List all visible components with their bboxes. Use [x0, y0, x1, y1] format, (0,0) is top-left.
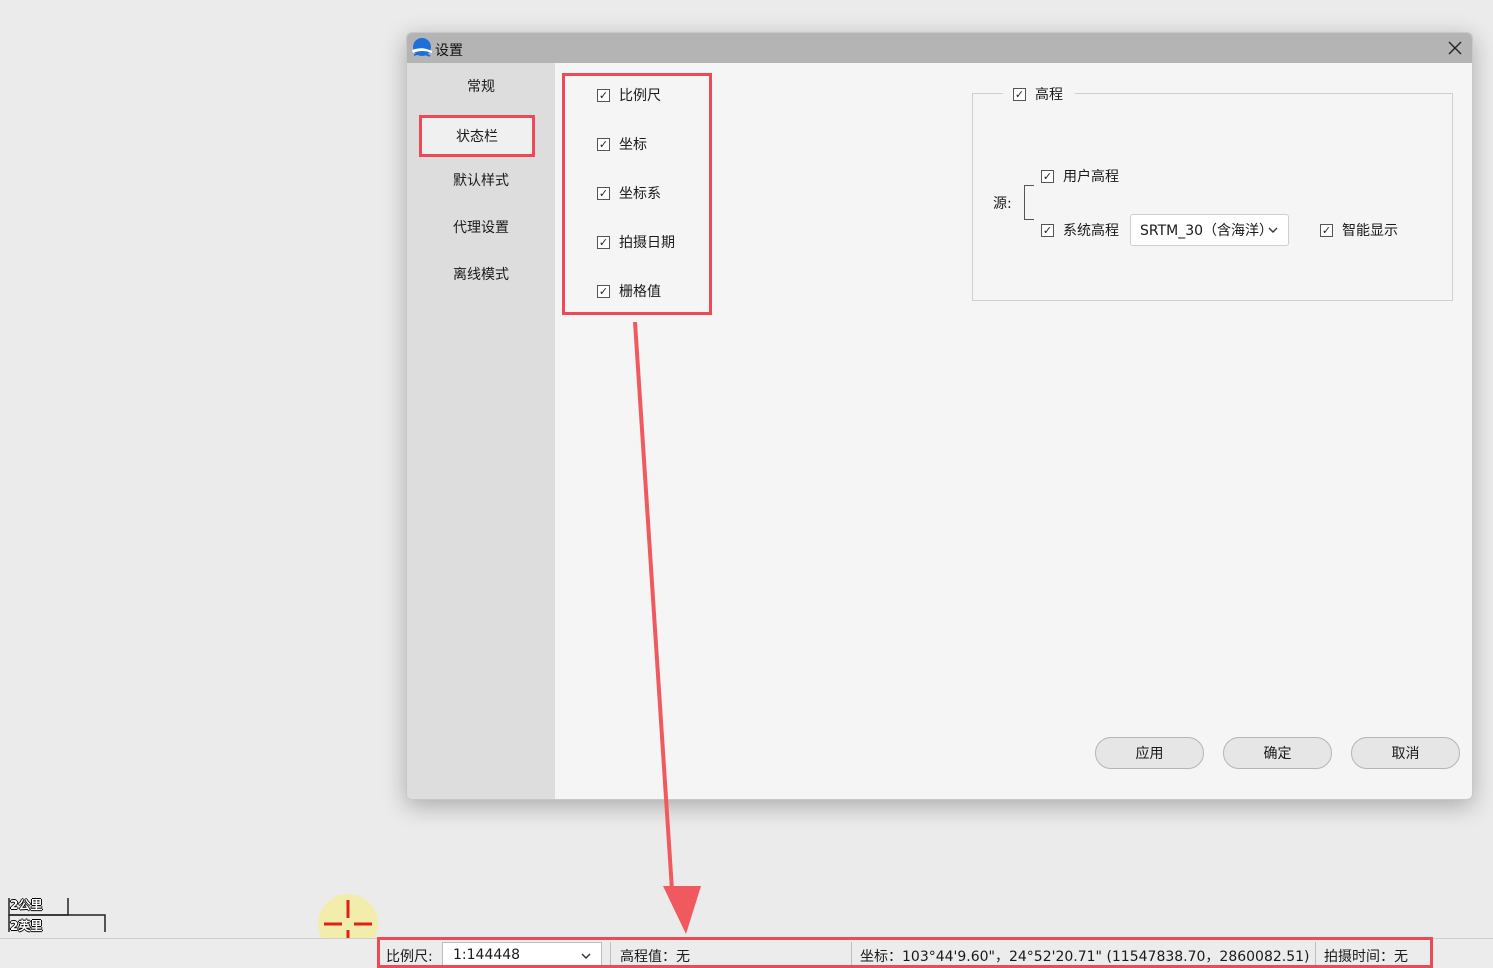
nav-item-statusbar[interactable]: 状态栏 — [419, 115, 535, 157]
apply-button[interactable]: 应用 — [1095, 737, 1204, 769]
ok-button[interactable]: 确定 — [1223, 737, 1332, 769]
nav-item-general[interactable]: 常规 — [407, 63, 555, 109]
settings-sidebar: 常规 状态栏 默认样式 代理设置 离线模式 — [407, 63, 555, 799]
checkbox-raster-value[interactable]: ✓ 栅格值 — [597, 280, 661, 302]
checkbox-label: 坐标 — [619, 137, 647, 153]
chevron-down-icon — [1268, 227, 1278, 233]
checkbox-elevation[interactable]: ✓ 高程 — [1003, 83, 1075, 105]
close-icon — [1448, 41, 1462, 55]
checkbox-scale[interactable]: ✓ 比例尺 — [597, 84, 661, 106]
dem-source-value: SRTM_30（含海洋） — [1140, 223, 1274, 239]
nav-item-proxy[interactable]: 代理设置 — [407, 204, 555, 250]
checkbox-check-icon: ✓ — [597, 235, 610, 249]
checkbox-check-icon: ✓ — [597, 137, 610, 151]
checkbox-capture-date[interactable]: ✓ 拍摄日期 — [597, 231, 675, 253]
checkbox-check-icon: ✓ — [597, 284, 610, 298]
elevation-group — [972, 93, 1453, 301]
checkbox-check-icon: ✓ — [1013, 87, 1026, 101]
checkbox-check-icon: ✓ — [1320, 223, 1333, 237]
checkbox-check-icon: ✓ — [597, 88, 610, 102]
source-bracket — [1024, 185, 1034, 220]
checkbox-check-icon: ✓ — [1041, 223, 1054, 237]
checkbox-label: 栅格值 — [619, 284, 661, 300]
checkbox-system-elevation[interactable]: ✓ 系统高程 — [1041, 219, 1119, 241]
checkbox-coordinates[interactable]: ✓ 坐标 — [597, 133, 647, 155]
checkbox-label: 比例尺 — [619, 88, 661, 104]
dialog-titlebar[interactable]: 设置 — [407, 33, 1472, 63]
source-label: 源: — [993, 196, 1012, 212]
settings-dialog: 设置 常规 状态栏 默认样式 代理设置 离线模式 ✓ 比例尺 ✓ 坐标 ✓ 坐标… — [406, 32, 1473, 800]
close-button[interactable] — [1442, 35, 1468, 61]
checkbox-coord-system[interactable]: ✓ 坐标系 — [597, 182, 661, 204]
app-logo-icon — [412, 38, 432, 57]
checkbox-user-elevation[interactable]: ✓ 用户高程 — [1041, 165, 1119, 187]
checkbox-label: 坐标系 — [619, 186, 661, 202]
nav-item-offline[interactable]: 离线模式 — [407, 251, 555, 297]
system-elevation-label: 系统高程 — [1063, 223, 1119, 239]
nav-item-default-style[interactable]: 默认样式 — [407, 157, 555, 203]
user-elevation-label: 用户高程 — [1063, 169, 1119, 185]
smart-display-label: 智能显示 — [1342, 223, 1398, 239]
dialog-title: 设置 — [435, 43, 463, 59]
elevation-group-label: 高程 — [1035, 87, 1063, 103]
scale-mi-label: 2英里 — [10, 919, 43, 933]
checkbox-smart-display[interactable]: ✓ 智能显示 — [1320, 219, 1398, 241]
cancel-button[interactable]: 取消 — [1351, 737, 1460, 769]
statusbar-highlight — [377, 937, 1433, 968]
map-scale-bar: 2公里 2英里 — [8, 896, 108, 934]
scale-km-label: 2公里 — [10, 898, 43, 912]
checkbox-label: 拍摄日期 — [619, 235, 675, 251]
dem-source-select[interactable]: SRTM_30（含海洋） — [1130, 214, 1289, 246]
checkbox-check-icon: ✓ — [1041, 169, 1054, 183]
checkbox-check-icon: ✓ — [597, 186, 610, 200]
